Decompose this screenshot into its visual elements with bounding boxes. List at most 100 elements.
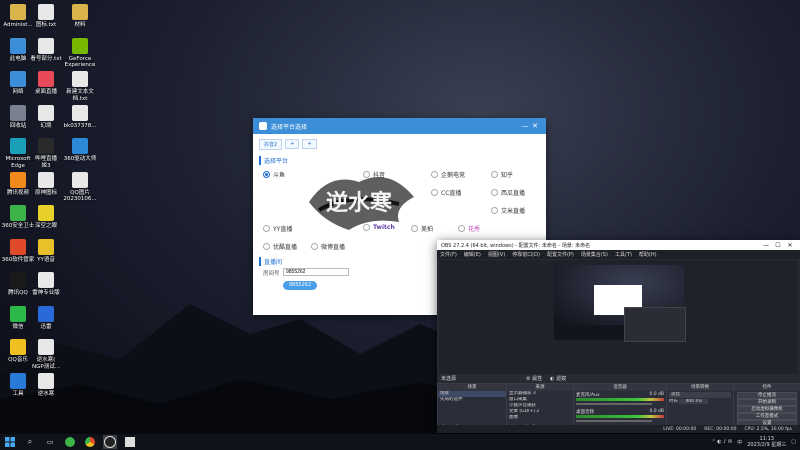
- notification-icon[interactable]: ▢: [791, 439, 796, 445]
- image-file-icon: [72, 171, 88, 188]
- transition-type-select[interactable]: 淡化: [669, 392, 731, 398]
- studio-mode-button[interactable]: 工作室模式: [737, 413, 797, 420]
- task-view-icon[interactable]: ▭: [43, 435, 57, 449]
- qq-music-icon: [10, 339, 26, 355]
- scene-item[interactable]: 矢局的选件: [438, 397, 506, 403]
- source-item[interactable]: 图像: [507, 415, 573, 421]
- radio-icon: [458, 225, 465, 232]
- desktop-icon[interactable]: YY语音: [28, 238, 64, 264]
- xunlei-icon: [38, 305, 54, 322]
- deep-eye-icon: [38, 205, 54, 221]
- desktop-icon[interactable]: 哔哩直播 姬3: [28, 138, 64, 169]
- obs-minimize-button[interactable]: —: [760, 242, 772, 249]
- app-logo-icon: [259, 122, 267, 130]
- menu-file[interactable]: 文件(F): [440, 251, 457, 258]
- platform-option-zhihu[interactable]: 知乎: [491, 170, 513, 179]
- tools-icon: [10, 372, 26, 389]
- taskbar: ⌕ ▭ ⌃ ◐ ♪ ✉ 中 11:13 2023/2/9 星期三 ▢: [0, 434, 800, 450]
- tray-icons[interactable]: ⌃ ◐ ♪ ✉: [712, 439, 733, 445]
- virtual-camera-button[interactable]: 启动虚拟摄像机: [737, 406, 797, 413]
- desktop-icon[interactable]: bk037378...: [62, 104, 98, 130]
- menu-view[interactable]: 视图(V): [488, 251, 505, 258]
- platform-option-huaxiu[interactable]: 花秀: [458, 224, 480, 233]
- start-button[interactable]: [3, 435, 17, 449]
- minimize-button[interactable]: —: [520, 122, 530, 130]
- desktop-icon-label: QQ图片 20230106...: [63, 189, 97, 203]
- desktop-icon-label: 哔哩直播 姬3: [34, 156, 57, 169]
- start-recording-button[interactable]: 开始录制: [737, 399, 797, 406]
- desktop-volume-slider[interactable]: [576, 420, 652, 422]
- platform-option-egame[interactable]: 企鹅电竞: [431, 170, 465, 179]
- obs-close-button[interactable]: ✕: [784, 242, 796, 249]
- folder-icon: [72, 4, 88, 20]
- tab-douyin2[interactable]: 抖音2: [259, 138, 283, 150]
- room-number-button[interactable]: 9855262: [283, 281, 317, 290]
- obs-maximize-button[interactable]: ☐: [772, 242, 784, 249]
- tab-add-2[interactable]: +: [302, 139, 317, 149]
- live-timer: LIVE: 00:00:00: [663, 426, 697, 432]
- menu-tools[interactable]: 工具(T): [615, 251, 632, 258]
- desktop-icon[interactable]: 迅雷: [28, 305, 64, 331]
- desktop-icon[interactable]: 看号部分.txt: [28, 37, 64, 63]
- desktop-icon[interactable]: 原神图标: [28, 171, 64, 197]
- close-button[interactable]: ✕: [530, 122, 540, 130]
- clock[interactable]: 11:13 2023/2/9 星期三: [747, 436, 786, 448]
- menu-scene-collection[interactable]: 场景集合(S): [581, 251, 608, 258]
- platform-option-xigua[interactable]: 西瓜直播: [491, 188, 525, 197]
- nishuihan-icon: [38, 339, 54, 355]
- filters-button[interactable]: ◐ 滤镜: [550, 375, 566, 382]
- desktop-icon[interactable]: 新建文本文 档.txt: [62, 71, 98, 102]
- platform-option-yy[interactable]: YY直播: [263, 224, 292, 233]
- menu-docks[interactable]: 停靠窗口(D): [512, 251, 540, 258]
- desktop-icon[interactable]: 逆水寒( NGP测试...: [28, 339, 64, 370]
- desktop-icon[interactable]: 图标.txt: [28, 4, 64, 29]
- radio-icon: [491, 171, 498, 178]
- desktop-icon[interactable]: 深空之眼: [28, 205, 64, 230]
- desktop-icon[interactable]: 雷神专业版: [28, 272, 64, 297]
- menu-profile[interactable]: 配置文件(P): [547, 251, 574, 258]
- stop-streaming-button[interactable]: 停止推流: [737, 392, 797, 399]
- 360-browser-icon[interactable]: [63, 435, 77, 449]
- nishuihan-taskbar-icon[interactable]: [123, 435, 137, 449]
- mic-volume-slider[interactable]: [576, 403, 652, 405]
- room-number-input[interactable]: [283, 268, 349, 276]
- desktop-volume-meter: [576, 415, 664, 418]
- properties-button[interactable]: ⚙ 属性: [526, 375, 542, 382]
- obs-preview[interactable]: 未选源 ⚙ 属性 ◐ 滤镜: [439, 260, 800, 383]
- desktop-icon[interactable]: 桌面直播: [28, 71, 64, 96]
- search-icon[interactable]: ⌕: [23, 435, 37, 449]
- platform-window-titlebar[interactable]: 选择平台选择 — ✕: [253, 118, 546, 134]
- obs-titlebar[interactable]: OBS 27.2.4 (64 bit, windows) - 配置文件: 未命名…: [437, 240, 800, 250]
- preview-canvas: [554, 265, 686, 342]
- desktop-icon-label: 原神图标: [34, 189, 57, 196]
- folder-user-icon: [10, 4, 26, 20]
- computer-icon: [10, 37, 26, 54]
- platform-option-youku[interactable]: 优酷直播: [263, 242, 297, 251]
- platform-option-douyu[interactable]: 斗鱼: [263, 170, 285, 179]
- desktop-icon-label: 逆水寒: [37, 390, 55, 397]
- geforce-icon: [72, 37, 88, 54]
- chrome-icon[interactable]: [83, 435, 97, 449]
- svg-text:逆水寒: 逆水寒: [326, 190, 392, 216]
- radio-icon: [491, 189, 498, 196]
- desktop-icon[interactable]: 360驱动大师: [62, 138, 98, 163]
- platform-option-aimi[interactable]: 艾米直播: [491, 206, 525, 215]
- menu-edit[interactable]: 编辑(E): [464, 251, 481, 258]
- tab-add[interactable]: +: [285, 139, 300, 149]
- desktop-icon[interactable]: QQ图片 20230106...: [62, 171, 98, 203]
- platform-option-cc[interactable]: CC直播: [431, 188, 461, 197]
- desktop-icon[interactable]: 幻境: [28, 104, 64, 130]
- menu-help[interactable]: 帮助(H): [639, 251, 657, 258]
- leishen-icon: [38, 272, 54, 288]
- desktop-icon[interactable]: GeForce Experience: [62, 37, 98, 69]
- obs-taskbar-icon[interactable]: [103, 435, 117, 449]
- duration-input[interactable]: 400 ms: [679, 399, 709, 404]
- desktop-icon[interactable]: 逆水寒: [28, 372, 64, 398]
- desktop-icon[interactable]: 材料: [62, 4, 98, 29]
- bilibili-live-icon: [38, 138, 54, 154]
- obs-menubar: 文件(F) 编辑(E) 视图(V) 停靠窗口(D) 配置文件(P) 场景集合(S…: [437, 250, 800, 259]
- desktop-icon-label: 图标.txt: [35, 22, 57, 28]
- ime-indicator[interactable]: 中: [737, 439, 742, 446]
- platform-option-weibo[interactable]: 微博直播: [311, 242, 345, 251]
- recycle-bin-icon: [10, 104, 26, 121]
